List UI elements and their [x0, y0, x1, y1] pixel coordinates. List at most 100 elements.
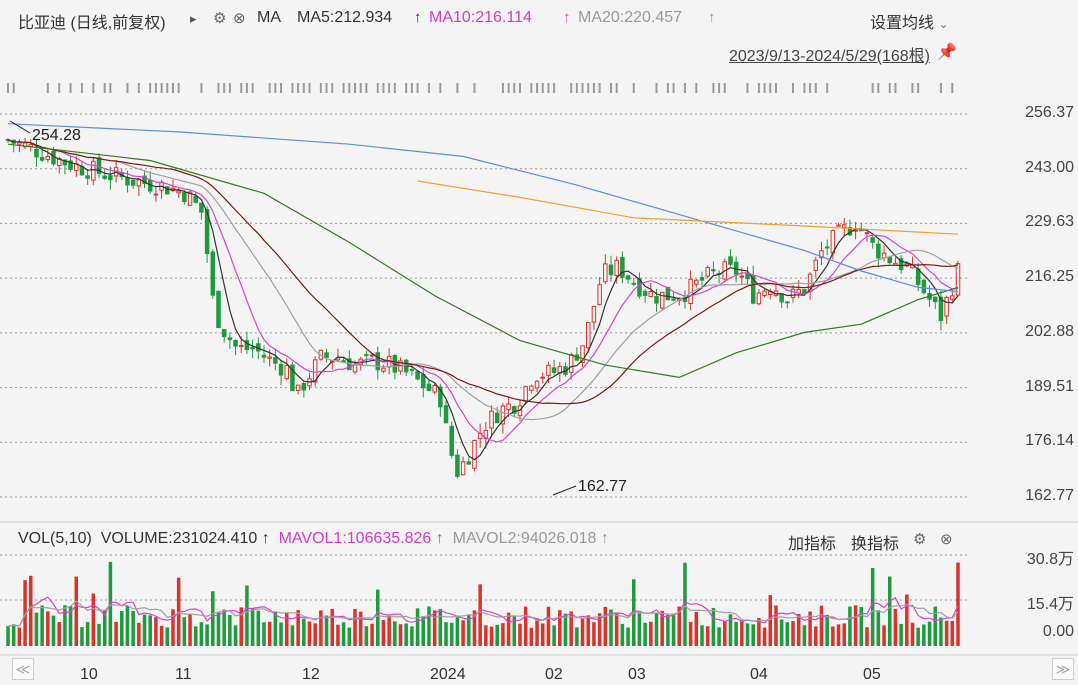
- event-marker: [154, 83, 157, 93]
- candle-body: [779, 293, 784, 303]
- candle-body: [631, 282, 637, 285]
- volume-bar: [154, 617, 158, 646]
- volume-bar: [654, 612, 659, 646]
- add-indicator-button[interactable]: 加指标: [788, 530, 836, 554]
- candle-body: [529, 385, 534, 391]
- volume-bar: [57, 622, 61, 646]
- event-marker: [655, 83, 658, 93]
- event-marker: [410, 83, 413, 93]
- volume-bar: [353, 608, 357, 646]
- candle-body: [136, 179, 142, 187]
- volume-bar: [853, 605, 858, 646]
- candle-body: [813, 259, 819, 271]
- volume-bar: [455, 617, 460, 646]
- volume-bar: [381, 620, 386, 646]
- price-tick-label: 162.77: [1025, 487, 1074, 504]
- volume-bar: [666, 614, 670, 646]
- volume-bar: [74, 576, 79, 646]
- event-marker: [348, 83, 351, 93]
- time-tick-label: 02: [545, 666, 563, 683]
- scroll-left-button[interactable]: ≪: [12, 658, 34, 680]
- volume-tick-label: 0.00: [1042, 623, 1074, 640]
- candle-body: [859, 229, 864, 232]
- event-marker: [712, 83, 715, 93]
- candle-body: [489, 410, 494, 429]
- candle-body: [950, 295, 955, 300]
- candle-body: [534, 380, 540, 389]
- event-marker: [513, 83, 516, 93]
- event-marker: [632, 83, 635, 93]
- price-tick-label: 243.00: [1025, 158, 1074, 176]
- volume-bar: [46, 611, 50, 646]
- close-circle-icon[interactable]: ⊗: [940, 530, 953, 549]
- volume-bar: [336, 624, 340, 646]
- scroll-right-button[interactable]: ≫: [1052, 658, 1074, 680]
- candle-body: [944, 297, 949, 317]
- candle-body: [603, 263, 608, 283]
- event-marker: [826, 83, 829, 93]
- event-marker: [439, 83, 442, 93]
- volume-bar: [501, 623, 505, 646]
- volume-bar: [199, 622, 204, 646]
- candle-body: [654, 295, 659, 304]
- event-marker: [598, 83, 601, 93]
- event-marker: [888, 83, 891, 93]
- event-marker: [792, 83, 795, 93]
- event-marker: [69, 83, 72, 93]
- mavol2-value: MAVOL2:94026.018: [452, 530, 597, 547]
- volume-bar: [489, 626, 494, 646]
- event-marker: [581, 83, 584, 93]
- volume-bar: [905, 594, 909, 646]
- volume-bar: [165, 627, 170, 646]
- volume-bar: [580, 618, 585, 646]
- candle-body: [739, 275, 745, 278]
- volume-bar: [518, 623, 522, 646]
- volume-bar: [319, 610, 323, 646]
- volume-bar: [916, 627, 920, 646]
- candle-body: [455, 454, 460, 477]
- volume-bar: [376, 589, 380, 646]
- candle-body: [267, 356, 272, 359]
- gear-icon[interactable]: ⚙: [913, 530, 926, 549]
- volume-bar: [233, 625, 238, 646]
- event-marker: [536, 83, 539, 93]
- event-marker: [223, 83, 226, 93]
- candle-body: [876, 243, 881, 259]
- candle-body: [790, 288, 796, 299]
- event-marker: [166, 83, 169, 93]
- event-marker: [80, 83, 83, 93]
- candle-body: [932, 296, 938, 303]
- candle-body: [756, 292, 762, 305]
- candle-body: [841, 224, 847, 228]
- event-marker: [672, 83, 675, 93]
- volume-bar: [40, 605, 44, 646]
- volume-bar: [290, 625, 295, 646]
- candle-body: [870, 237, 875, 243]
- volume-tick-label: 15.4万: [1026, 596, 1074, 613]
- candle-body: [199, 202, 204, 213]
- candle-body: [182, 191, 187, 203]
- candle-body: [728, 256, 733, 265]
- event-marker: [763, 83, 766, 93]
- event-marker: [666, 83, 669, 93]
- volume-bar: [939, 617, 943, 646]
- volume-value: VOLUME:231024.410: [100, 530, 258, 547]
- volume-bar: [711, 607, 716, 646]
- event-marker: [137, 83, 140, 93]
- candle-body: [250, 347, 255, 350]
- kline-chart[interactable]: 254.28 162.77: [0, 0, 1078, 685]
- volume-bar: [575, 627, 579, 646]
- switch-indicator-button[interactable]: 换指标: [851, 530, 899, 554]
- low-pointer: [552, 485, 577, 496]
- candle-body: [648, 291, 654, 297]
- vol-label: VOL(5,10): [18, 530, 92, 547]
- event-marker: [177, 83, 180, 93]
- event-marker: [245, 83, 248, 93]
- volume-bar: [779, 619, 784, 646]
- event-marker: [553, 83, 556, 93]
- event-marker: [615, 83, 618, 93]
- candle-body: [369, 354, 375, 357]
- candle-body: [176, 190, 181, 194]
- volume-bar: [899, 623, 903, 646]
- volume-bar: [540, 623, 545, 646]
